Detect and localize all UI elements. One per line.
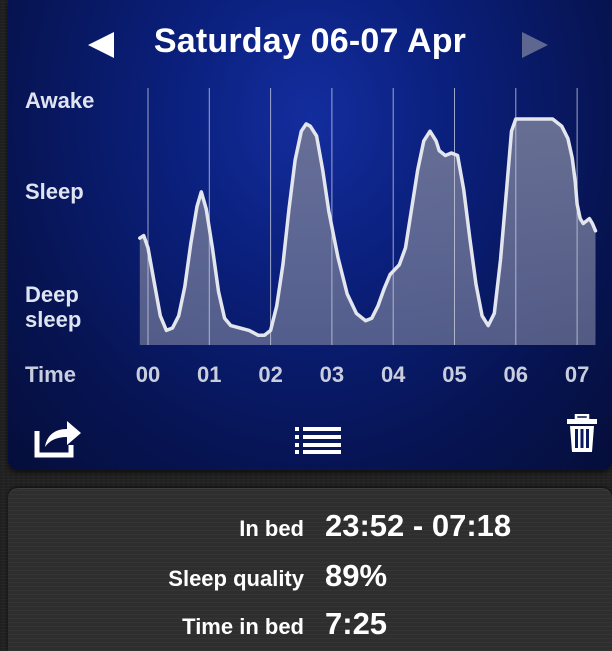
- sleep-quality-row: Sleep quality 89%: [8, 558, 612, 598]
- x-tick-label: 05: [442, 362, 467, 387]
- trash-icon: [567, 414, 597, 452]
- list-button[interactable]: [293, 426, 343, 454]
- x-tick-label: 02: [258, 362, 283, 387]
- in-bed-row: In bed 23:52 - 07:18: [8, 508, 612, 548]
- x-tick-label: 01: [197, 362, 222, 387]
- sleep-summary: In bed 23:52 - 07:18 Sleep quality 89% T…: [8, 488, 612, 651]
- sleep-quality-label: Sleep quality: [168, 566, 304, 591]
- sleep-quality-value: 89%: [325, 558, 388, 593]
- time-in-bed-value: 7:25: [325, 606, 388, 641]
- x-tick-label: 03: [319, 362, 345, 387]
- share-button[interactable]: [33, 417, 83, 459]
- in-bed-value: 23:52 - 07:18: [325, 508, 512, 543]
- time-in-bed-label: Time in bed: [182, 614, 304, 639]
- x-tick-label: 07: [564, 362, 590, 387]
- x-tick-label: 00: [135, 362, 161, 387]
- delete-button[interactable]: [565, 414, 599, 454]
- x-axis-title: Time: [25, 362, 76, 387]
- x-tick-label: 06: [503, 362, 529, 387]
- list-icon: [295, 427, 341, 454]
- share-icon: [34, 421, 81, 458]
- in-bed-label: In bed: [239, 516, 304, 541]
- sleep-graph-panel: Saturday 06-07 Apr Awake Sleep Deep slee…: [8, 0, 612, 470]
- sleep-chart: [138, 88, 598, 345]
- time-in-bed-row: Time in bed 7:25: [8, 606, 612, 646]
- x-tick-label: 04: [380, 362, 406, 387]
